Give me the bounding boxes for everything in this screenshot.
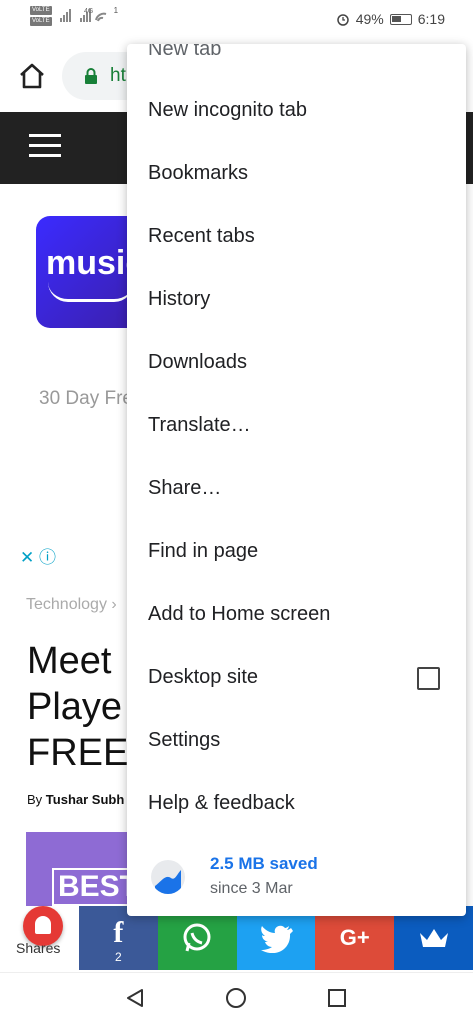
- alarm-icon: [336, 14, 349, 26]
- headline-line-2: Playe: [27, 686, 123, 728]
- twitter-icon: [260, 925, 293, 953]
- sim1-volte: VoLTE: [30, 6, 52, 15]
- system-nav-bar: [0, 972, 473, 1024]
- battery-icon: [389, 13, 412, 25]
- menu-item-new-tab[interactable]: New tab: [148, 44, 221, 64]
- author-name[interactable]: Tushar Subh: [46, 792, 124, 807]
- menu-item-downloads[interactable]: Downloads: [148, 347, 247, 377]
- menu-item-translate[interactable]: Translate…: [148, 410, 251, 440]
- data-saver-title[interactable]: 2.5 MB saved: [210, 854, 318, 874]
- home-icon[interactable]: [16, 60, 48, 92]
- chrome-overflow-menu: New tab New incognito tab Bookmarks Rece…: [127, 44, 466, 916]
- byline-prefix: By: [27, 792, 43, 807]
- menu-item-find-in-page[interactable]: Find in page: [148, 536, 258, 566]
- data-saver-icon: [151, 860, 185, 894]
- battery-percent: 49%: [355, 11, 384, 27]
- headline-line-1: Meet: [27, 640, 112, 682]
- back-icon[interactable]: [124, 987, 146, 1009]
- status-left: VoLTE VoLTE 4G 1: [30, 6, 118, 26]
- status-right: 49% 6:19: [336, 11, 445, 27]
- smile-arrow-icon: [48, 282, 134, 302]
- shares-label: Shares: [16, 940, 61, 956]
- menu-item-add-to-home-screen[interactable]: Add to Home screen: [148, 599, 330, 629]
- category-label: Technology: [26, 596, 107, 613]
- category-breadcrumb[interactable]: Technology ›: [26, 596, 117, 614]
- url-text: ht: [110, 65, 126, 86]
- menu-item-desktop-site[interactable]: Desktop site: [148, 662, 258, 692]
- hamburger-menu-icon[interactable]: [29, 134, 61, 160]
- googleplus-icon: G+: [339, 925, 370, 950]
- clock: 6:19: [417, 11, 445, 27]
- status-bar: VoLTE VoLTE 4G 1 49% 6:19: [0, 0, 473, 40]
- crown-icon: [419, 929, 448, 947]
- sim-indicators: VoLTE VoLTE: [30, 6, 52, 26]
- data-saver-subtitle: since 3 Mar: [210, 880, 293, 897]
- whatsapp-icon: [183, 923, 211, 952]
- article-headline: Meet Playe FREE: [27, 638, 128, 776]
- hotspot-count: 1: [113, 6, 119, 15]
- ad-close-info-icons[interactable]: ✕ ⓘ: [20, 543, 56, 568]
- menu-item-bookmarks[interactable]: Bookmarks: [148, 158, 248, 188]
- recents-icon[interactable]: [326, 987, 348, 1009]
- home-nav-icon[interactable]: [225, 987, 247, 1009]
- byline: By Tushar Subh: [27, 792, 124, 807]
- sim2-volte: VoLTE: [30, 17, 52, 26]
- trial-text: 30 Day Fre: [39, 388, 133, 409]
- menu-item-history[interactable]: History: [148, 284, 210, 314]
- share-count-block: Shares: [0, 906, 79, 970]
- signal-icon: [59, 9, 106, 22]
- facebook-icon: f: [113, 916, 124, 949]
- menu-item-help-feedback[interactable]: Help & feedback: [148, 788, 295, 818]
- menu-item-share[interactable]: Share…: [148, 473, 221, 503]
- desktop-site-checkbox[interactable]: [417, 667, 440, 690]
- network-type: 4G: [84, 8, 94, 15]
- menu-item-recent-tabs[interactable]: Recent tabs: [148, 221, 255, 251]
- facebook-share-count: 2: [115, 950, 122, 964]
- menu-item-new-incognito-tab[interactable]: New incognito tab: [148, 95, 307, 125]
- lock-icon: [85, 68, 97, 84]
- headline-line-3: FREE: [27, 732, 129, 774]
- menu-item-settings[interactable]: Settings: [148, 725, 220, 755]
